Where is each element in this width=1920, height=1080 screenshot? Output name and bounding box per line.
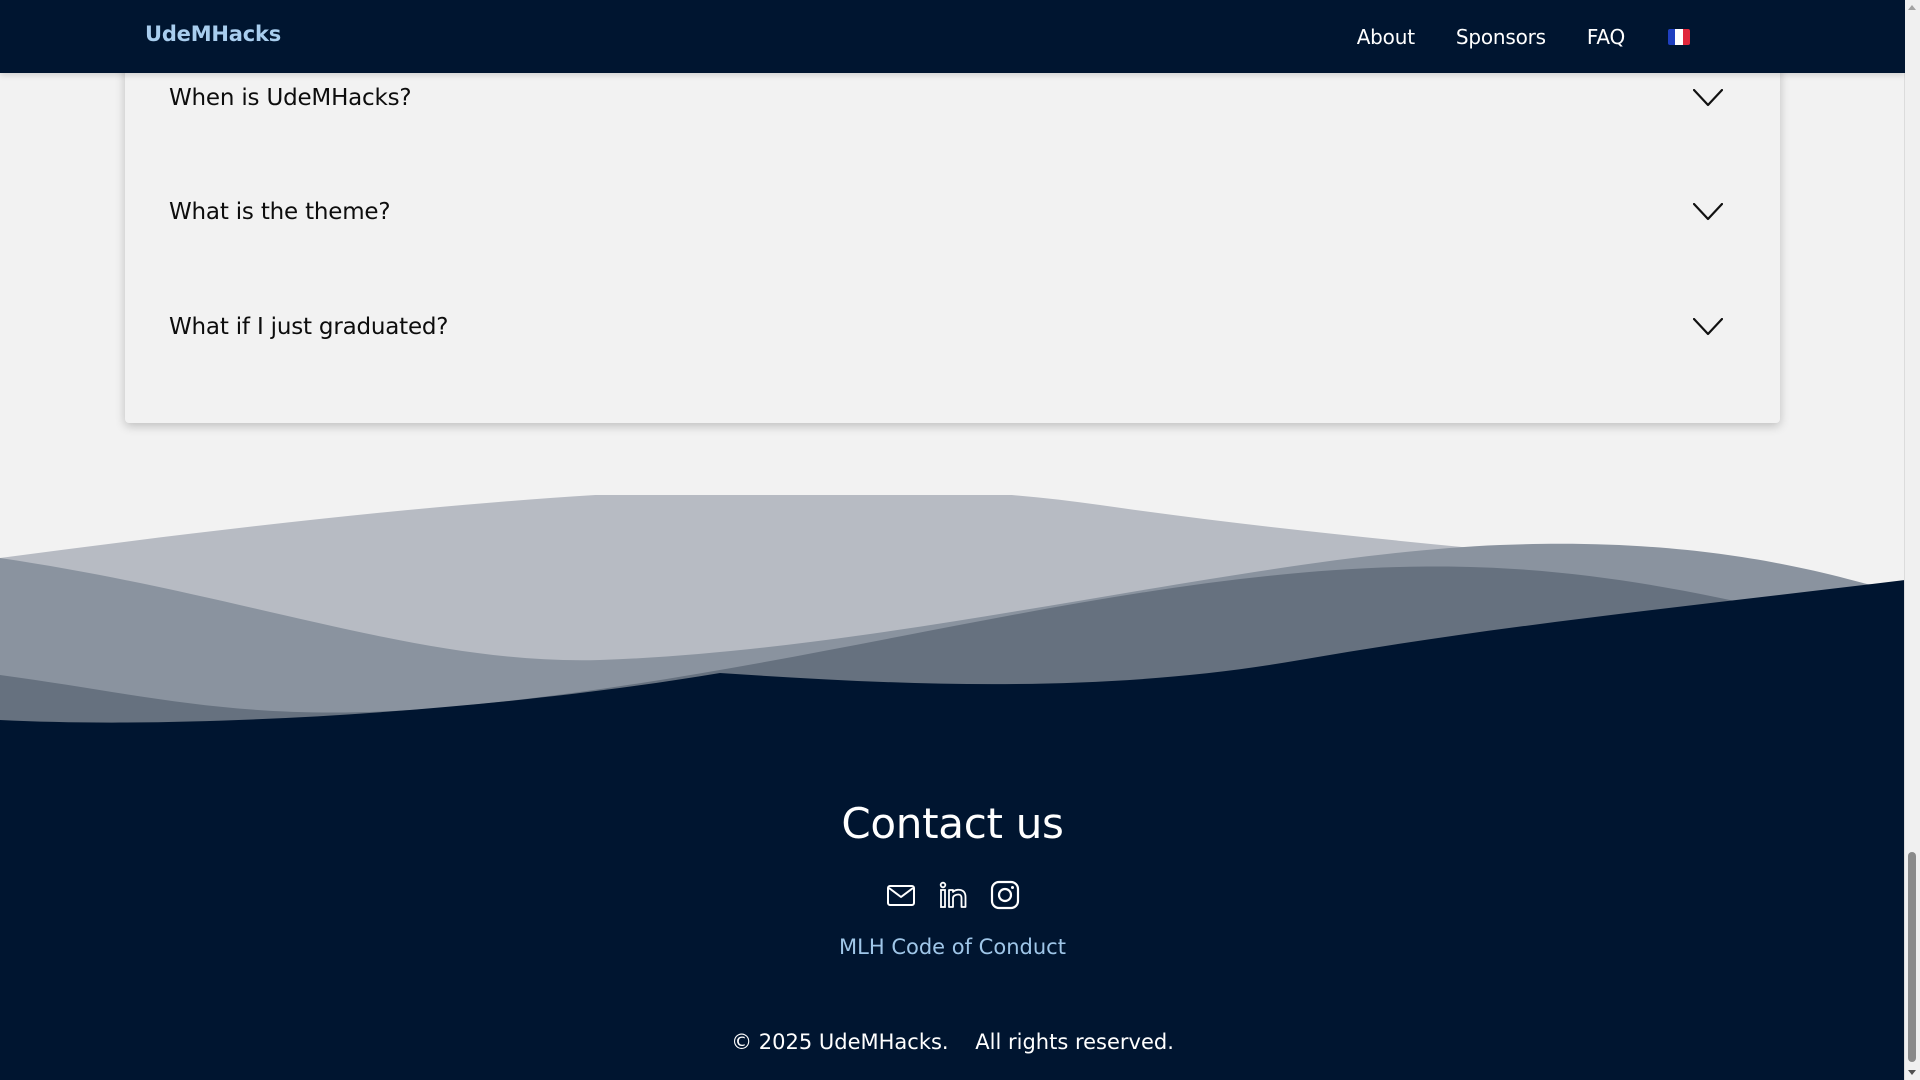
contact-title: Contact us bbox=[841, 799, 1064, 848]
code-of-conduct-link[interactable]: MLH Code of Conduct bbox=[0, 935, 1905, 959]
footer: Contact us MLH Code of Conduct © 2025 Ud… bbox=[0, 755, 1905, 1080]
faq-item-theme[interactable]: What is the theme? bbox=[169, 187, 1731, 237]
instagram-icon[interactable] bbox=[990, 880, 1020, 910]
nav-links: About Sponsors FAQ bbox=[1316, 0, 1690, 73]
chevron-down-icon[interactable] bbox=[1693, 203, 1723, 221]
navbar: UdeMHacks About Sponsors FAQ bbox=[0, 0, 1905, 73]
linkedin-icon[interactable] bbox=[938, 880, 968, 910]
social-links bbox=[0, 880, 1905, 910]
footer-waves bbox=[0, 495, 1905, 780]
page: When is UdeMHacks? What is the theme? Wh… bbox=[0, 0, 1905, 1080]
flag-stripe-red bbox=[1682, 28, 1690, 45]
nav-link-about[interactable]: About bbox=[1357, 25, 1415, 49]
chevron-down-icon[interactable] bbox=[1693, 318, 1723, 336]
vertical-scrollbar[interactable] bbox=[1904, 0, 1920, 1080]
faq-item-when[interactable]: When is UdeMHacks? bbox=[169, 73, 1731, 123]
flag-fr-icon[interactable] bbox=[1668, 28, 1690, 45]
browser-viewport: When is UdeMHacks? What is the theme? Wh… bbox=[0, 0, 1920, 1080]
scroll-thumb[interactable] bbox=[1908, 852, 1916, 1062]
faq-question: What is the theme? bbox=[169, 199, 391, 225]
copyright-text: © 2025 UdeMHacks. All rights reserved. bbox=[731, 1030, 1174, 1054]
brand-logo-link[interactable]: UdeMHacks bbox=[145, 22, 281, 46]
faq-question: When is UdeMHacks? bbox=[169, 85, 412, 111]
chevron-down-icon[interactable] bbox=[1693, 89, 1723, 107]
faq-question: What if I just graduated? bbox=[169, 314, 449, 340]
scroll-up-arrow-icon[interactable] bbox=[1908, 5, 1916, 10]
nav-link-sponsors[interactable]: Sponsors bbox=[1456, 25, 1546, 49]
faq-item-graduated[interactable]: What if I just graduated? bbox=[169, 302, 1731, 352]
scroll-down-arrow-icon[interactable] bbox=[1908, 1070, 1916, 1075]
nav-link-faq[interactable]: FAQ bbox=[1587, 25, 1625, 49]
flag-stripe-white bbox=[1675, 28, 1683, 45]
flag-stripe-blue bbox=[1668, 28, 1676, 45]
mail-icon[interactable] bbox=[886, 880, 916, 910]
